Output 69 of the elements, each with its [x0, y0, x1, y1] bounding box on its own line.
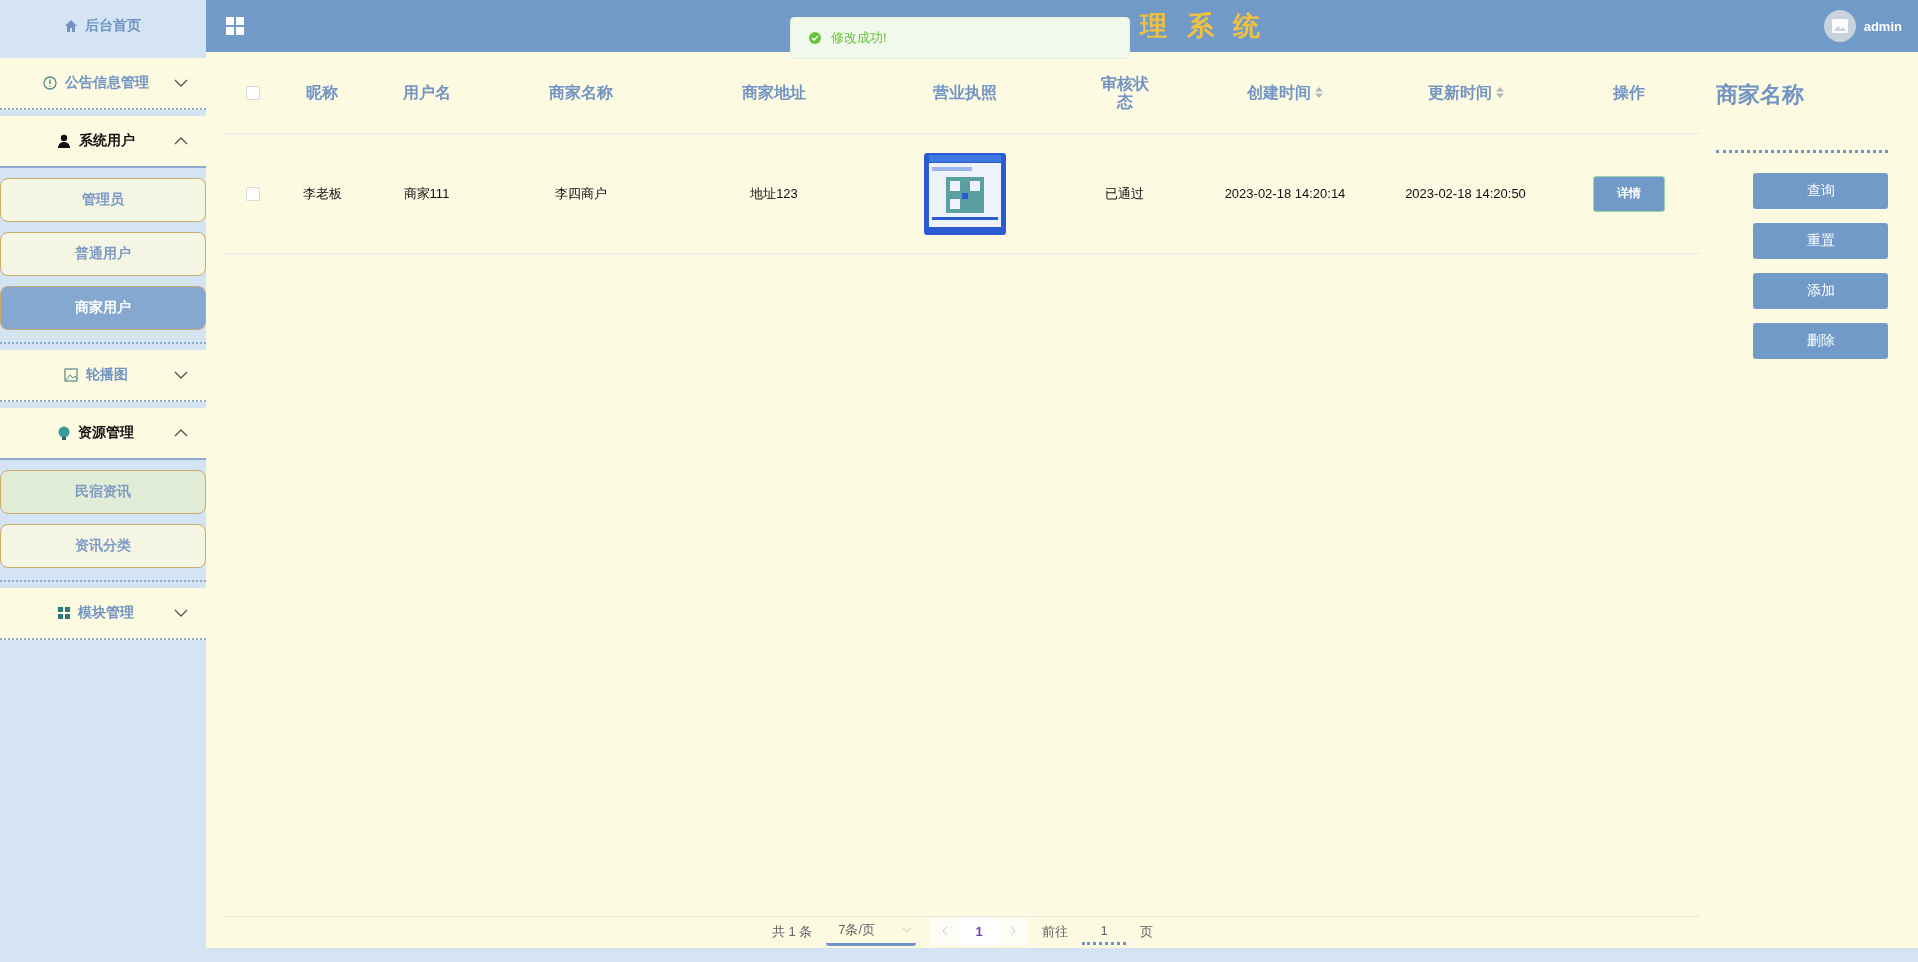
grid-icon: [58, 607, 70, 619]
table-cell: 已通过: [1105, 184, 1144, 203]
goto-label: 前往: [1042, 922, 1069, 941]
toast-message: 修改成功!: [831, 29, 887, 47]
sort-icon[interactable]: [1495, 87, 1504, 98]
column-header: 用户名: [402, 83, 451, 102]
table-cell: 2023-02-18 14:20:50: [1405, 186, 1526, 201]
submenu-item[interactable]: 资讯分类: [0, 524, 206, 568]
menu-group-label: 资源管理: [78, 424, 134, 442]
menu-group-label: 系统用户: [79, 132, 135, 150]
details-button[interactable]: 详情: [1593, 175, 1665, 212]
chevron-down-icon: [174, 609, 188, 617]
action-button[interactable]: 删除: [1753, 323, 1888, 359]
select-all-checkbox[interactable]: [246, 85, 260, 100]
sort-icon[interactable]: [1315, 87, 1323, 98]
submenu-item[interactable]: 商家用户: [0, 286, 206, 330]
table-cell: 李四商户: [554, 184, 607, 203]
submenu-item[interactable]: 民宿资讯: [0, 470, 206, 514]
chevron-down-icon: [174, 79, 188, 87]
chevron-right-icon: [1010, 926, 1017, 936]
submenu-item[interactable]: 普通用户: [0, 232, 206, 276]
image-icon: [64, 368, 78, 382]
column-header: 操作: [1613, 83, 1645, 102]
column-header: 昵称: [306, 83, 338, 102]
page-suffix: 页: [1140, 922, 1154, 941]
menu-group-label: 公告信息管理: [65, 74, 149, 92]
table-cell: 李老板: [302, 184, 342, 203]
bulb-icon: [58, 425, 70, 441]
chevron-up-icon: [174, 429, 188, 437]
column-header: 创建时间: [1247, 83, 1311, 102]
column-header: 商家地址: [742, 83, 806, 102]
table-cell: 地址123: [750, 184, 798, 203]
page-number[interactable]: 1: [960, 917, 999, 946]
table-cell: 商家111: [403, 184, 450, 203]
chevron-up-icon: [174, 137, 188, 145]
app-title: 理 系 统: [1140, 11, 1266, 41]
chevron-down-icon: [174, 371, 188, 379]
column-header: 更新时间: [1427, 83, 1492, 102]
info-icon: [43, 76, 57, 90]
avatar-icon[interactable]: [1823, 10, 1856, 42]
table-cell: 2023-02-18 14:20:14: [1224, 186, 1346, 201]
search-field-label: 商家名称: [1716, 80, 1888, 153]
goto-page-input[interactable]: 1: [1082, 918, 1127, 945]
submenu-item[interactable]: 管理员: [0, 178, 206, 222]
chevron-left-icon: [942, 926, 949, 936]
home-icon: [65, 20, 77, 32]
caret-icon: [902, 927, 913, 933]
column-header: 商家名称: [548, 83, 613, 102]
row-checkbox[interactable]: [246, 186, 260, 201]
menu-group[interactable]: 公告信息管理: [0, 58, 206, 110]
prev-page-button[interactable]: [930, 917, 961, 946]
check-circle-icon: [809, 32, 821, 44]
action-button[interactable]: 添加: [1753, 273, 1888, 309]
menu-group-label: 轮播图: [86, 366, 128, 384]
menu-group[interactable]: 轮播图: [0, 350, 206, 402]
column-header: 审核状态: [1099, 74, 1150, 111]
menu-group[interactable]: 模块管理: [0, 588, 206, 640]
page-size-select[interactable]: 7条/页: [826, 917, 917, 946]
menu-group-label: 模块管理: [78, 604, 134, 622]
username[interactable]: admin: [1863, 18, 1902, 34]
column-header: 营业执照: [932, 83, 997, 102]
total-count: 共 1 条: [771, 922, 813, 941]
next-page-button[interactable]: [998, 917, 1029, 946]
action-button[interactable]: 查询: [1753, 173, 1888, 209]
user-icon: [57, 134, 71, 148]
action-button[interactable]: 重置: [1753, 223, 1888, 259]
menu-group[interactable]: 系统用户: [0, 116, 206, 168]
menu-icon[interactable]: [226, 17, 244, 35]
menu-group[interactable]: 资源管理: [0, 408, 206, 460]
